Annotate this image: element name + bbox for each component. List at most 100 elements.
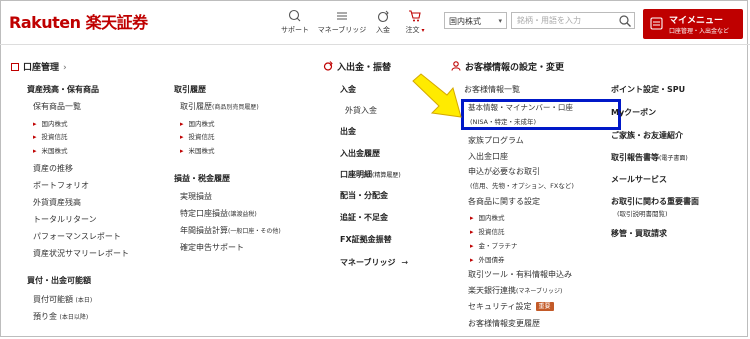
account-icon [650,17,663,30]
yellow-arrow-icon [412,73,462,118]
link-note: (精算履歴) [372,172,401,179]
link-note: (マネーブリッジ) [516,288,563,295]
order-nav[interactable]: 注文 ▾ [390,9,440,35]
asset-history-link[interactable]: 資産の推移 [33,163,73,174]
account-management-heading[interactable]: 口座管理 › [11,60,67,73]
security-settings-link[interactable]: セキュリティ設定 重要 [468,301,554,312]
balance-heading: 資産残高・保有商品 [27,85,99,94]
rakuten-bank-link[interactable]: 楽天銀行連携(マネーブリッジ) [468,285,562,296]
search-input[interactable]: 銘柄・用語を入力 [511,12,635,29]
buying-power-heading: 買付・出金可能額 [27,276,91,285]
link-note: (電子書面) [659,155,688,162]
link-label: 取引報告書等 [611,153,659,162]
tokutei-pnl-link[interactable]: 特定口座損益(譲渡益税) [180,208,257,219]
account-management-label: 口座管理 [23,63,60,73]
customer-info-list-heading: お客様情報一覧 [464,85,520,94]
pnl-tax-heading: 損益・税金履歴 [174,174,230,183]
customer-info-label: お客様情報の設定・変更 [465,63,565,73]
search-placeholder: 銘柄・用語を入力 [517,16,581,25]
deposit-transfer-heading: 入出金・振替 [323,60,391,73]
link-label: 預り金 [33,312,57,321]
basic-info-link[interactable]: 基本情報・マイナンバー・口座 [468,102,573,113]
arrow-right-icon: → [401,258,409,267]
family-program-link[interactable]: 家族プログラム [468,135,524,146]
chevron-down-icon: ▾ [419,27,425,34]
fx-margin-transfer-link[interactable]: FX証拠金振替 [340,234,392,245]
holdings-list-link[interactable]: 保有商品一覧 [33,101,81,112]
basic-info-note: (NISA・特定・未成年) [470,118,537,126]
holdings-sub-link[interactable]: 投資信託 [33,131,68,141]
link-label: 取引履歴 [180,102,212,111]
point-settings-link[interactable]: ポイント設定・SPU [611,84,685,95]
summary-report-link[interactable]: 資産状況サマリーレポート [33,248,129,259]
total-return-link[interactable]: トータルリターン [33,214,97,225]
product-settings-sub-link[interactable]: 国内株式 [470,212,505,222]
chevron-down-icon: ▾ [498,17,502,25]
account-statement-link[interactable]: 口座明細(精算履歴) [340,169,401,180]
important-documents-link[interactable]: お取引に関わる重要書面 [611,196,699,207]
mail-service-link[interactable]: メールサービス [611,174,667,185]
market-select-value: 国内株式 [449,17,481,26]
money-bridge-icon [337,12,347,20]
link-label: 年間損益計算 [180,226,228,235]
trading-tools-link[interactable]: 取引ツール・有料情報申込み [468,269,572,280]
deposit-transfer-label: 入出金・振替 [337,63,392,73]
link-label: 特定口座損益 [180,209,228,218]
referral-link[interactable]: ご家族・お友達紹介 [611,130,683,141]
performance-report-link[interactable]: パフォーマンスレポート [33,231,121,242]
cash-deposit-link[interactable]: 預り金 (本日以降) [33,311,88,322]
holdings-sub-link[interactable]: 米国株式 [33,145,68,155]
important-documents-note: (取引説明書閲覧) [617,210,668,218]
application-required-link[interactable]: 申込が必要なお取引 [468,166,540,177]
mymenu-button[interactable]: マイメニュー 口座管理・入出金など [643,9,743,39]
buying-power-link[interactable]: 買付可能額 (本日) [33,294,92,305]
product-settings-sub-link[interactable]: 金・プラチナ [470,240,518,250]
mymenu-title: マイメニュー [669,16,724,26]
account-management-icon [11,63,19,71]
history-sub-link[interactable]: 米国株式 [180,145,215,155]
rakuten-logo[interactable]: Rakuten 楽天証券 [9,9,148,33]
link-label: 口座明細 [340,170,372,179]
link-label: 買付可能額 [33,295,73,304]
nav-label: 入金 [376,26,390,34]
holdings-sub-link[interactable]: 国内株式 [33,118,68,128]
money-bridge-link[interactable]: マネーブリッジ → [340,257,408,268]
link-label: マネーブリッジ [340,258,396,267]
link-label: 楽天銀行連携 [468,286,516,295]
customer-info-heading: お客様情報の設定・変更 [451,60,564,73]
annual-pnl-link[interactable]: 年間損益計算(一般口座・その他) [180,225,281,236]
deposit-history-link[interactable]: 入出金履歴 [340,148,380,159]
my-coupon-link[interactable]: Myクーポン [611,107,656,118]
deposit-icon [377,10,389,23]
important-badge: 重要 [535,302,554,311]
deposit-link[interactable]: 入金 [340,84,356,95]
tax-return-support-link[interactable]: 確定申告サポート [180,242,244,253]
history-sub-link[interactable]: 投資信託 [180,131,215,141]
deposit-transfer-icon [323,61,333,71]
product-settings-link[interactable]: 各商品に関する設定 [468,196,540,207]
market-select[interactable]: 国内株式 ▾ [444,12,507,29]
product-settings-sub-link[interactable]: 投資信託 [470,226,505,236]
margin-call-link[interactable]: 追証・不足金 [340,212,388,223]
realized-pnl-link[interactable]: 実現損益 [180,191,212,202]
transfer-request-link[interactable]: 移管・買取請求 [611,228,667,239]
link-note: (商品別売買履歴) [212,104,259,111]
product-settings-sub-link[interactable]: 外国債券 [470,254,505,264]
dividend-link[interactable]: 配当・分配金 [340,190,388,201]
withdraw-link[interactable]: 出金 [340,126,356,137]
bank-account-link[interactable]: 入出金口座 [468,151,508,162]
link-note: (本日以降) [59,314,89,321]
support-nav[interactable]: サポート [270,9,320,35]
trade-reports-link[interactable]: 取引報告書等(電子書面) [611,152,688,163]
search-icon[interactable] [618,14,632,28]
history-sub-link[interactable]: 国内株式 [180,118,215,128]
trade-history-heading: 取引履歴 [174,85,206,94]
foreign-assets-link[interactable]: 外貨資産残高 [33,197,81,208]
change-history-link[interactable]: お客様情報変更履歴 [468,318,540,329]
application-required-note: (信用、先物・オプション、FXなど) [470,182,574,190]
portfolio-link[interactable]: ポートフォリオ [33,180,89,191]
fx-deposit-link[interactable]: 外貨入金 [345,105,377,116]
global-header: Rakuten 楽天証券 サポート マネーブリッジ 入金 注文 ▾ 国内株式 ▾… [0,0,750,45]
link-label: セキュリティ設定 [468,302,532,311]
trade-history-link[interactable]: 取引履歴(商品別売買履歴) [180,101,259,112]
